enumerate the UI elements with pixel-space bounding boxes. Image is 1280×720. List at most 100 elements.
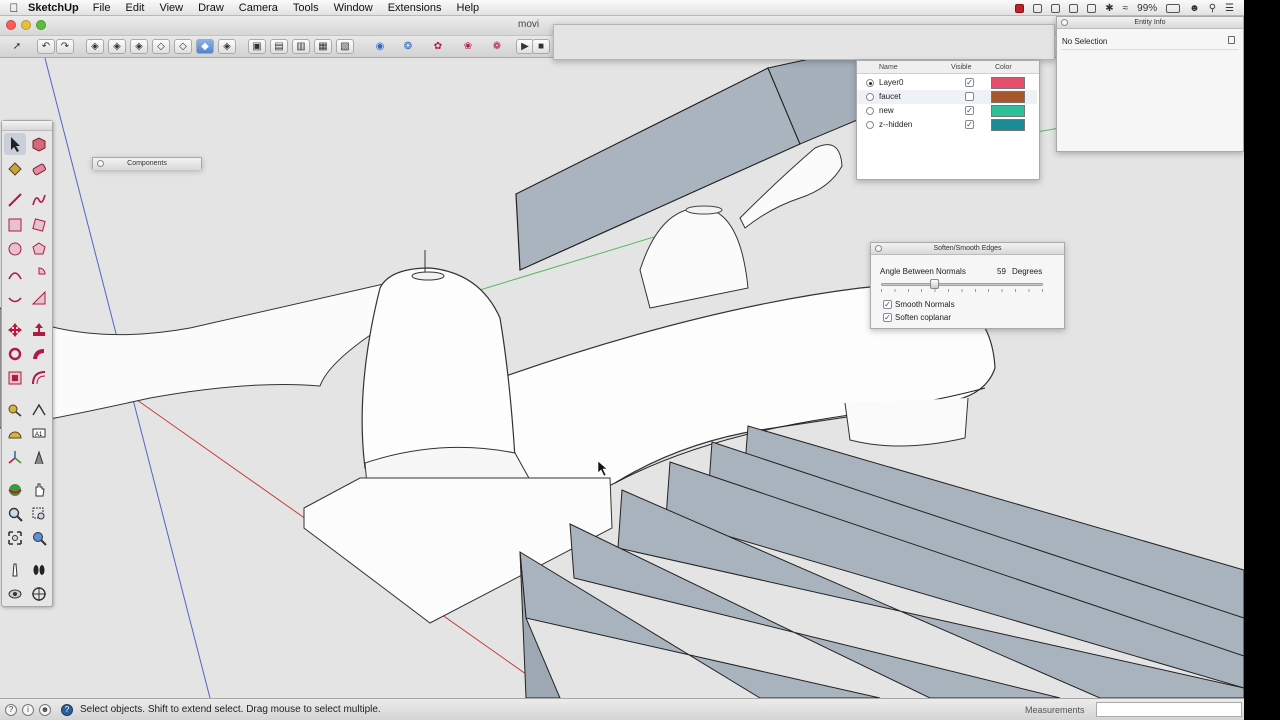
- components-close-button[interactable]: [97, 160, 104, 167]
- 3d-text-icon[interactable]: [28, 447, 50, 469]
- xray-style-button[interactable]: ▣: [248, 39, 266, 54]
- hidden-line-style-button[interactable]: ▥: [292, 39, 310, 54]
- soften-edges-titlebar[interactable]: Soften/Smooth Edges: [871, 243, 1064, 255]
- user-account-icon[interactable]: ☻: [39, 704, 51, 716]
- pie-tool-icon[interactable]: [28, 263, 50, 285]
- front-handle-lever[interactable]: [0, 277, 419, 429]
- layer-row[interactable]: z--hidden ✓: [857, 118, 1037, 132]
- layer-row[interactable]: faucet: [857, 90, 1037, 104]
- app-tray-icon[interactable]: [1087, 3, 1097, 13]
- position-camera-icon[interactable]: [4, 559, 26, 581]
- zoom-window-button[interactable]: [36, 20, 46, 30]
- model-scene[interactable]: [0, 58, 1244, 698]
- minimize-window-button[interactable]: [21, 20, 31, 30]
- walk-tool-icon[interactable]: [28, 559, 50, 581]
- layer-active-radio[interactable]: [866, 93, 874, 101]
- zoom-extents-icon[interactable]: [4, 527, 26, 549]
- menu-tools[interactable]: Tools: [293, 2, 319, 14]
- circle-tool-icon[interactable]: [4, 238, 26, 260]
- arc-tool-icon[interactable]: [4, 263, 26, 285]
- follow-me-icon[interactable]: [28, 343, 50, 365]
- layer-color-swatch[interactable]: [991, 105, 1025, 117]
- bottom-view-button[interactable]: ◈: [218, 39, 236, 54]
- paint-bucket-icon[interactable]: [4, 158, 26, 180]
- iso-view-button[interactable]: ◈: [86, 39, 104, 54]
- menu-app-sketchup[interactable]: SketchUp: [28, 2, 79, 14]
- select-tool-icon[interactable]: [4, 133, 26, 155]
- layer-name[interactable]: faucet: [879, 92, 901, 101]
- battery-icon[interactable]: [1166, 3, 1181, 13]
- entity-info-close-button[interactable]: [1061, 19, 1068, 26]
- three-point-arc-icon[interactable]: [4, 287, 26, 309]
- look-around-icon[interactable]: [4, 583, 26, 605]
- layer-row[interactable]: new ✓: [857, 104, 1037, 118]
- user-icon[interactable]: ☻: [1189, 3, 1200, 14]
- layer-name[interactable]: new: [879, 106, 894, 115]
- solid-trim-icon[interactable]: ❁: [488, 39, 506, 54]
- record-icon[interactable]: [1015, 3, 1025, 13]
- soften-coplanar-checkbox[interactable]: ✓: [883, 313, 892, 323]
- front-handle-body[interactable]: [361, 267, 516, 469]
- offset-tool-icon[interactable]: [28, 367, 50, 389]
- layer-active-radio[interactable]: [866, 107, 874, 115]
- text-tool-icon[interactable]: A1: [28, 423, 50, 445]
- axes-tool-icon[interactable]: [4, 447, 26, 469]
- two-point-arc-icon[interactable]: [28, 287, 50, 309]
- smooth-normals-checkbox[interactable]: ✓: [883, 300, 892, 310]
- solid-subtract-icon[interactable]: ❀: [459, 39, 477, 54]
- previous-view-icon[interactable]: [28, 527, 50, 549]
- spout-base-cylinder[interactable]: [844, 397, 969, 447]
- lock-icon[interactable]: [1228, 36, 1235, 44]
- drive-icon[interactable]: [1051, 3, 1061, 13]
- spotlight-icon[interactable]: ⚲: [1209, 3, 1216, 14]
- section-plane-tool-icon[interactable]: [28, 583, 50, 605]
- section-display-icon[interactable]: ❂: [399, 39, 417, 54]
- layer-active-radio[interactable]: [866, 121, 874, 129]
- rear-handle-body[interactable]: [639, 207, 749, 309]
- menu-window[interactable]: Window: [334, 2, 373, 14]
- rectangle-tool-icon[interactable]: [4, 214, 26, 236]
- bluetooth-icon[interactable]: ✱: [1105, 3, 1113, 14]
- layer-visible-checkbox[interactable]: [965, 92, 974, 101]
- scale-tool-icon[interactable]: [4, 367, 26, 389]
- make-component-icon[interactable]: [28, 133, 50, 155]
- menu-file[interactable]: File: [93, 2, 111, 14]
- move-tool-icon[interactable]: [4, 319, 26, 341]
- apple-icon[interactable]: : [0, 1, 28, 15]
- smooth-normals-option[interactable]: ✓ Smooth Normals: [883, 300, 955, 310]
- top-view-button[interactable]: ◈: [108, 39, 126, 54]
- push-pull-icon[interactable]: [28, 319, 50, 341]
- geo-location-icon[interactable]: ?: [5, 704, 17, 716]
- close-window-button[interactable]: [6, 20, 16, 30]
- palette-titlebar[interactable]: [2, 121, 52, 131]
- rotated-rectangle-icon[interactable]: [28, 214, 50, 236]
- front-view-button[interactable]: ◈: [130, 39, 148, 54]
- angle-slider-thumb[interactable]: [930, 279, 940, 289]
- wireframe-style-button[interactable]: ▤: [270, 39, 288, 54]
- textured-style-button[interactable]: ▧: [336, 39, 354, 54]
- components-titlebar[interactable]: Components: [93, 158, 201, 170]
- layer-active-radio[interactable]: [866, 79, 874, 87]
- left-view-button[interactable]: ◆: [196, 39, 214, 54]
- entity-info-titlebar[interactable]: Entity Info: [1057, 17, 1243, 29]
- solid-union-icon[interactable]: ✿: [429, 39, 447, 54]
- polygon-tool-icon[interactable]: [28, 238, 50, 260]
- menu-camera[interactable]: Camera: [239, 2, 278, 14]
- orbit-tool-icon[interactable]: [4, 479, 26, 501]
- section-plane-icon[interactable]: ◉: [371, 39, 389, 54]
- eraser-icon[interactable]: [28, 158, 50, 180]
- zoom-tool-icon[interactable]: [4, 503, 26, 525]
- redo-button[interactable]: ↷: [56, 39, 74, 54]
- credits-icon[interactable]: i: [22, 704, 34, 716]
- layer-visible-checkbox[interactable]: ✓: [965, 106, 974, 115]
- soften-edges-close-button[interactable]: [875, 245, 882, 252]
- line-tool-icon[interactable]: [4, 189, 26, 211]
- instructor-icon[interactable]: ?: [61, 704, 73, 716]
- menu-edit[interactable]: Edit: [125, 2, 144, 14]
- menu-view[interactable]: View: [159, 2, 183, 14]
- shaded-style-button[interactable]: ▦: [314, 39, 332, 54]
- layer-row[interactable]: Layer0 ✓: [857, 76, 1037, 90]
- measurements-input[interactable]: [1096, 702, 1242, 717]
- layer-visible-checkbox[interactable]: ✓: [965, 120, 974, 129]
- pan-tool-icon[interactable]: [28, 479, 50, 501]
